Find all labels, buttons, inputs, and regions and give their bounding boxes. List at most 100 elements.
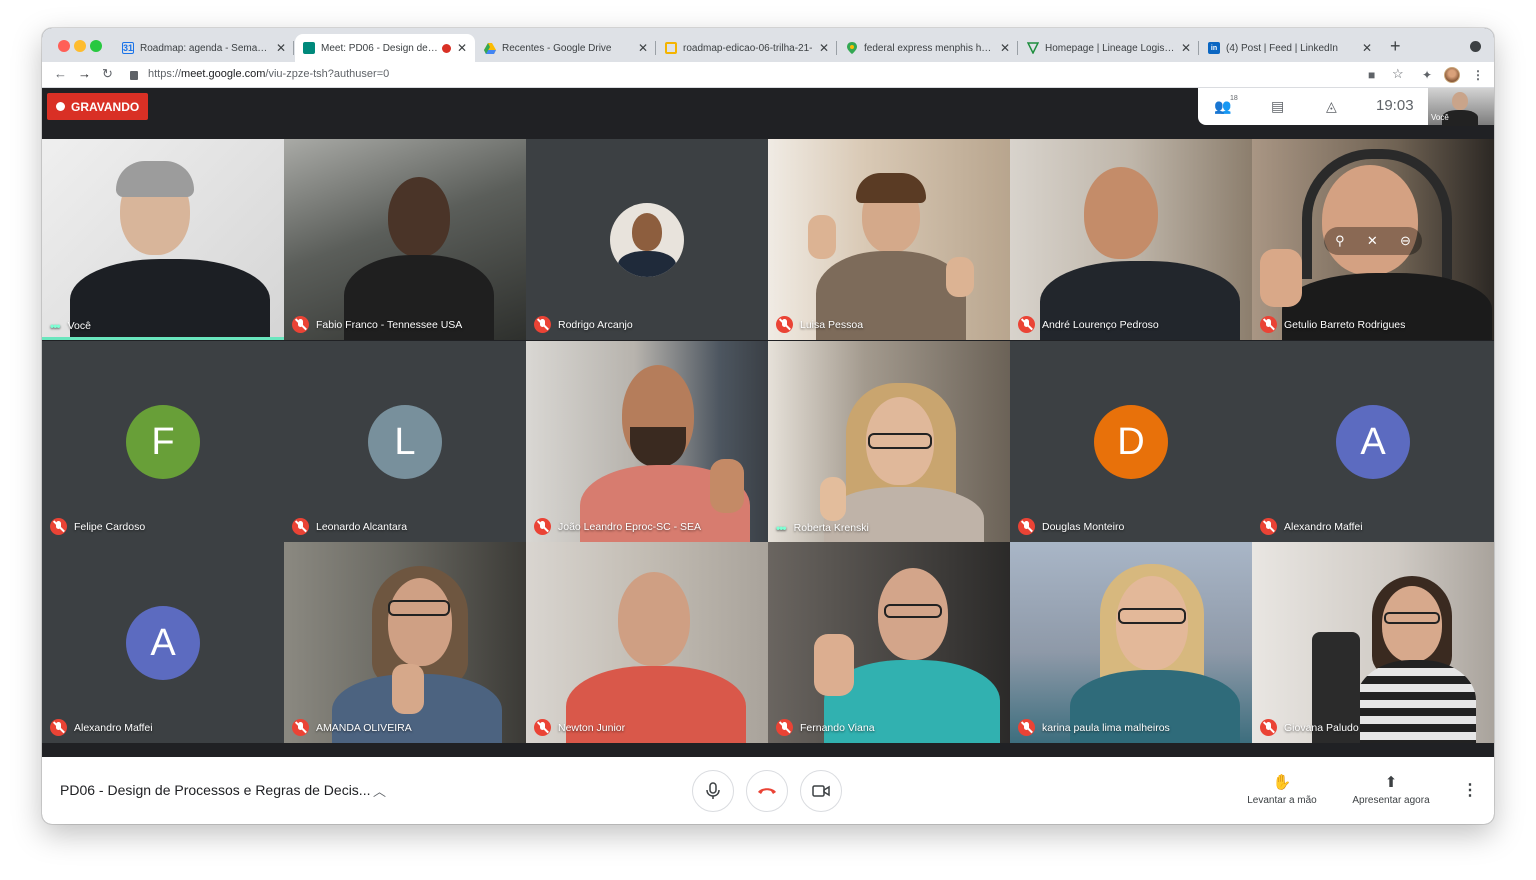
participant-name-tag: Leonardo Alcantara — [292, 518, 407, 535]
raise-hand-button[interactable]: ✋ Levantar a mão — [1241, 773, 1323, 806]
close-tab-icon[interactable]: ✕ — [638, 41, 648, 55]
participant-tile[interactable]: Luisa Pessoa — [768, 139, 1010, 340]
participant-tile[interactable]: L Leonardo Alcantara — [284, 341, 526, 542]
people-icon[interactable]: 👥 — [1214, 98, 1231, 115]
participant-tile[interactable]: Giovana Paludo — [1252, 542, 1494, 743]
tab-title: Homepage | Lineage Logistics — [1045, 42, 1175, 54]
tab-title: Meet: PD06 - Design de Pr — [321, 42, 438, 54]
close-tab-icon[interactable]: ✕ — [276, 41, 286, 55]
camera-button[interactable] — [800, 770, 842, 812]
reload-icon[interactable]: ↻ — [102, 66, 113, 82]
participant-tile[interactable]: ⚲ ✕ ⊖ Getulio Barreto Rodrigues — [1252, 139, 1494, 340]
tab-maps[interactable]: federal express menphis hub - ✕ — [838, 34, 1018, 62]
participant-name-tag: Fabio Franco - Tennessee USA — [292, 316, 462, 333]
participant-tile[interactable]: Fabio Franco - Tennessee USA — [284, 139, 526, 340]
meet-bottom-bar: PD06 - Design de Processos e Regras de D… — [42, 757, 1494, 824]
participant-count: 18 — [1230, 95, 1238, 102]
participant-tile[interactable]: João Leandro Eproc-SC - SEA — [526, 341, 768, 542]
participant-tile[interactable]: André Lourenço Pedroso — [1010, 139, 1252, 340]
microphone-button[interactable] — [692, 770, 734, 812]
maximize-window-button[interactable] — [90, 40, 102, 52]
participant-tile[interactable]: A Alexandro Maffei — [42, 542, 284, 743]
participant-name-tag: Giovana Paludo — [1260, 719, 1359, 736]
new-tab-button[interactable]: + — [1390, 36, 1401, 57]
tab-meet[interactable]: Meet: PD06 - Design de Pr ✕ — [295, 34, 475, 62]
remove-icon[interactable]: ⊖ — [1400, 233, 1411, 249]
raise-hand-label: Levantar a mão — [1247, 795, 1317, 806]
participant-tile[interactable]: karina paula lima malheiros — [1010, 542, 1252, 743]
participant-initial-avatar: F — [126, 405, 200, 479]
url-scheme: https:// — [148, 68, 182, 80]
drive-icon — [484, 42, 496, 54]
chat-icon[interactable]: ▤ — [1271, 98, 1284, 115]
browser-menu-icon[interactable]: ⋮ — [1472, 68, 1484, 82]
participant-tile[interactable]: ••• Roberta Krenski — [768, 341, 1010, 542]
recording-label: GRAVANDO — [71, 99, 140, 114]
browser-window: 31 Roadmap: agenda - Semana de ✕ Meet: P… — [42, 28, 1494, 824]
participant-initial-avatar: D — [1094, 405, 1168, 479]
close-window-button[interactable] — [58, 40, 70, 52]
participant-initial-avatar: L — [368, 405, 442, 479]
tab-title: Recentes - Google Drive — [502, 42, 612, 54]
mic-off-icon — [534, 719, 551, 736]
activities-icon[interactable]: ◬ — [1326, 98, 1337, 115]
chevron-up-icon[interactable]: ︿ — [373, 781, 386, 800]
extensions-puzzle-icon[interactable]: ✦ — [1422, 68, 1432, 82]
tab-lineage[interactable]: Homepage | Lineage Logistics ✕ — [1019, 34, 1199, 62]
participant-name-tag: Alexandro Maffei — [50, 719, 153, 736]
tab-title: federal express menphis hub - — [864, 42, 994, 54]
tab-slides[interactable]: roadmap-edicao-06-trilha-21- ✕ — [657, 34, 837, 62]
profile-avatar[interactable] — [1444, 67, 1460, 83]
back-arrow-icon[interactable]: ← — [54, 66, 67, 81]
tab-drive[interactable]: Recentes - Google Drive ✕ — [476, 34, 656, 62]
tab-search-button[interactable] — [1470, 41, 1481, 52]
participant-initial-avatar: A — [1336, 405, 1410, 479]
minimize-window-button[interactable] — [74, 40, 86, 52]
tab-title: Roadmap: agenda - Semana de — [140, 42, 270, 54]
hang-up-button[interactable] — [746, 770, 788, 812]
mic-off-icon — [1260, 719, 1277, 736]
participant-tile[interactable]: Newton Junior — [526, 542, 768, 743]
mic-off-icon — [1018, 316, 1035, 333]
mic-off-icon — [776, 719, 793, 736]
forward-arrow-icon[interactable]: → — [78, 66, 91, 81]
participant-name-tag: Newton Junior — [534, 719, 625, 736]
participant-tile[interactable]: D Douglas Monteiro — [1010, 341, 1252, 542]
recording-badge: GRAVANDO — [47, 93, 149, 120]
tab-roadmap[interactable]: 31 Roadmap: agenda - Semana de ✕ — [114, 34, 294, 62]
mic-off-icon — [534, 316, 551, 333]
participant-tile[interactable]: Fernando Viana — [768, 542, 1010, 743]
participant-name-tag: João Leandro Eproc-SC - SEA — [534, 518, 701, 535]
mic-off-icon — [292, 316, 309, 333]
participant-name-tag: Douglas Monteiro — [1018, 518, 1124, 535]
participant-tile[interactable]: A Alexandro Maffei — [1252, 341, 1494, 542]
mic-mute-icon[interactable]: ✕ — [1367, 233, 1378, 249]
camera-in-use-icon[interactable]: ■ — [1368, 68, 1375, 82]
address-bar[interactable]: https://meet.google.com/viu-zpze-tsh?aut… — [130, 68, 389, 80]
meeting-title[interactable]: PD06 - Design de Processos e Regras de D… — [60, 782, 370, 798]
more-options-icon[interactable]: ⋮ — [1462, 780, 1478, 800]
self-view-thumbnail[interactable]: Você — [1428, 88, 1494, 126]
close-tab-icon[interactable]: ✕ — [819, 41, 829, 55]
participant-tile[interactable]: AMANDA OLIVEIRA — [284, 542, 526, 743]
microphone-icon — [706, 782, 720, 799]
close-tab-icon[interactable]: ✕ — [1000, 41, 1010, 55]
participant-tile[interactable]: ••• Você — [42, 139, 284, 340]
close-tab-icon[interactable]: ✕ — [1181, 41, 1191, 55]
pin-icon[interactable]: ⚲ — [1335, 233, 1345, 249]
bookmark-star-icon[interactable]: ☆ — [1392, 66, 1404, 82]
close-tab-icon[interactable]: ✕ — [1362, 41, 1372, 55]
participant-tile[interactable]: F Felipe Cardoso — [42, 341, 284, 542]
participant-tile[interactable]: Rodrigo Arcanjo — [526, 139, 768, 340]
meet-top-controls: 👥 18 ▤ ◬ 19:03 — [1198, 88, 1430, 125]
browser-toolbar: ← → ↻ https://meet.google.com/viu-zpze-t… — [42, 62, 1494, 88]
mic-off-icon — [1018, 719, 1035, 736]
tab-linkedin[interactable]: in (4) Post | Feed | LinkedIn ✕ — [1200, 34, 1380, 62]
present-now-button[interactable]: ⬆ Apresentar agora — [1346, 773, 1436, 806]
participant-grid: ••• Você Fabio Franco - Tennessee USA Rod… — [42, 139, 1494, 743]
mic-off-icon — [292, 719, 309, 736]
close-tab-icon[interactable]: ✕ — [457, 41, 467, 55]
tab-title: (4) Post | Feed | LinkedIn — [1226, 42, 1338, 54]
present-label: Apresentar agora — [1352, 795, 1430, 806]
tile-hover-controls: ⚲ ✕ ⊖ — [1324, 227, 1422, 255]
